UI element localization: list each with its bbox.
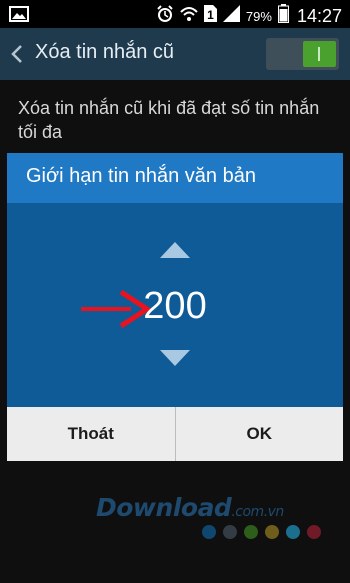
- dialog-buttons: Thoát OK: [7, 407, 343, 461]
- watermark-dots: [202, 525, 321, 539]
- back-chevron-icon[interactable]: [10, 44, 24, 64]
- watermark-dot: [307, 525, 321, 539]
- battery-icon: [277, 4, 289, 28]
- sim-slot-label: 1: [207, 8, 214, 22]
- image-icon: [9, 6, 29, 27]
- status-icons: 1 79% 14:27: [156, 4, 342, 28]
- cancel-button[interactable]: Thoát: [7, 407, 175, 461]
- setting-description: Xóa tin nhắn cũ khi đã đạt số tin nhắn t…: [18, 98, 320, 142]
- status-bar: 1 79% 14:27: [0, 0, 350, 28]
- dialog-header: Giới hạn tin nhắn văn bản: [7, 153, 343, 203]
- ok-button[interactable]: OK: [176, 407, 344, 461]
- toggle-thumb-on: [303, 41, 336, 67]
- sim-icon: 1: [203, 5, 217, 27]
- increment-arrow-icon[interactable]: [159, 241, 191, 259]
- wifi-icon: [180, 5, 198, 28]
- limit-dialog: Giới hạn tin nhắn văn bản 200 Thoát OK: [7, 153, 343, 461]
- delete-old-messages-toggle[interactable]: [266, 38, 339, 70]
- watermark-dot: [202, 525, 216, 539]
- watermark-dot: [265, 525, 279, 539]
- watermark-brand: Download: [96, 493, 232, 522]
- watermark-logo: Download.com.vn: [96, 493, 284, 522]
- signal-icon: [222, 5, 240, 27]
- picker-value[interactable]: 200: [129, 285, 221, 328]
- watermark-dot: [286, 525, 300, 539]
- battery-percent: 79%: [245, 8, 272, 24]
- clock: 14:27: [296, 5, 342, 26]
- action-bar: Xóa tin nhắn cũ: [0, 28, 350, 80]
- page-title[interactable]: Xóa tin nhắn cũ: [35, 41, 174, 64]
- number-picker: 200: [7, 203, 343, 407]
- watermark-dot: [244, 525, 258, 539]
- decrement-arrow-icon[interactable]: [159, 349, 191, 367]
- alarm-icon: [156, 4, 174, 28]
- watermark-dot: [223, 525, 237, 539]
- dialog-title: Giới hạn tin nhắn văn bản: [26, 165, 256, 187]
- watermark-domain: .com.vn: [231, 504, 284, 520]
